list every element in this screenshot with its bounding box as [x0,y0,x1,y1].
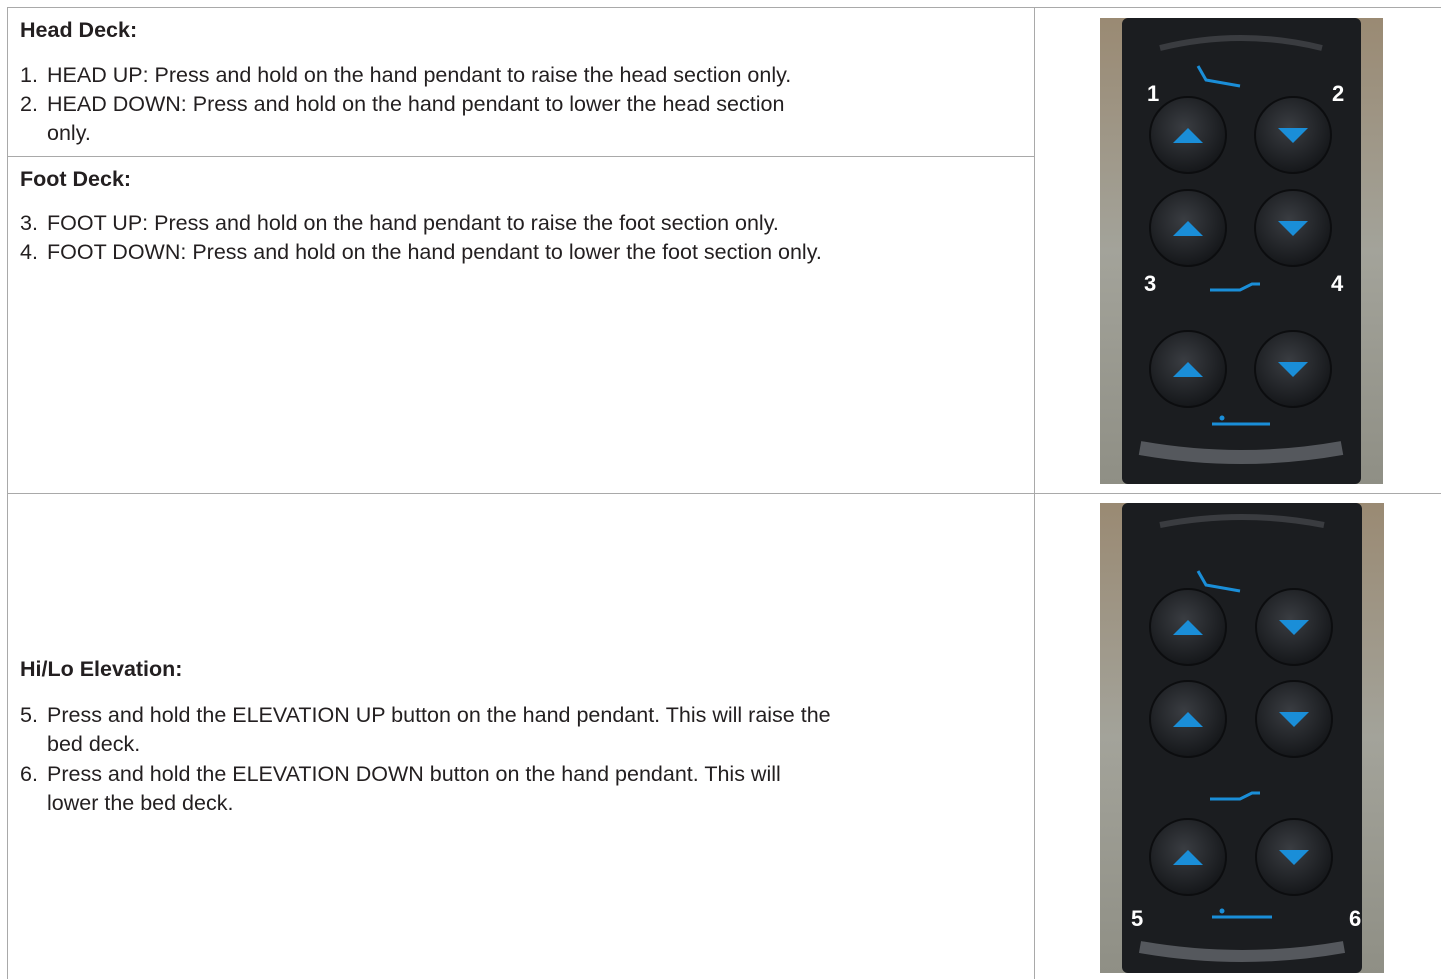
item-number: 4. [20,240,38,264]
foot-deck-title: Foot Deck: [20,167,132,191]
foot-deck-item-4: 4. FOOT DOWN: Press and hold on the hand … [20,238,1020,267]
pendant-photo-bottom: 5 6 [1100,503,1384,973]
item-text: HEAD UP: Press and hold on the hand pend… [47,63,792,87]
table-border-top [7,7,1441,8]
callout-label-6: 6 [1349,906,1362,931]
head-foot-divider [7,156,1034,157]
item-text-continuation: bed deck. [47,732,141,756]
hilo-item-6: 6. Press and hold the ELEVATION DOWN butt… [20,760,1020,818]
hilo-item-5: 5. Press and hold the ELEVATION UP button… [20,701,1020,759]
item-text: FOOT DOWN: Press and hold on the hand pe… [47,240,822,264]
item-text: HEAD DOWN: Press and hold on the hand pe… [47,92,785,116]
hilo-elevation-title: Hi/Lo Elevation: [20,657,183,681]
instruction-table: Head Deck: 1. HEAD UP: Press and hold on … [0,0,1441,979]
callout-label-5: 5 [1131,906,1144,931]
head-deck-title: Head Deck: [20,18,138,42]
head-deck-item-1: 1. HEAD UP: Press and hold on the hand pe… [20,61,1020,90]
callout-label-1: 1 [1147,81,1160,106]
item-number: 1. [20,63,38,87]
head-deck-item-2: 2. HEAD DOWN: Press and hold on the hand … [20,90,1020,148]
item-number: 5. [20,703,38,727]
callout-label-2: 2 [1332,81,1345,106]
pendant-photo-top: 1 2 3 4 [1100,18,1383,484]
item-text: Press and hold the ELEVATION DOWN button… [47,762,781,786]
callout-label-3: 3 [1144,271,1157,296]
row-divider [7,493,1441,494]
item-text: Press and hold the ELEVATION UP button o… [47,703,831,727]
item-number: 2. [20,92,38,116]
flat-bed-icon-dot [1219,908,1225,914]
item-text: FOOT UP: Press and hold on the hand pend… [47,211,779,235]
flat-bed-icon-dot [1219,415,1225,421]
foot-deck-item-3: 3. FOOT UP: Press and hold on the hand pe… [20,209,1020,238]
pendant-illustration [1100,503,1384,973]
item-number: 3. [20,211,38,235]
item-text-continuation: lower the bed deck. [47,791,234,815]
item-text-continuation: only. [47,121,91,145]
callout-label-4: 4 [1331,271,1344,296]
item-number: 6. [20,762,38,786]
